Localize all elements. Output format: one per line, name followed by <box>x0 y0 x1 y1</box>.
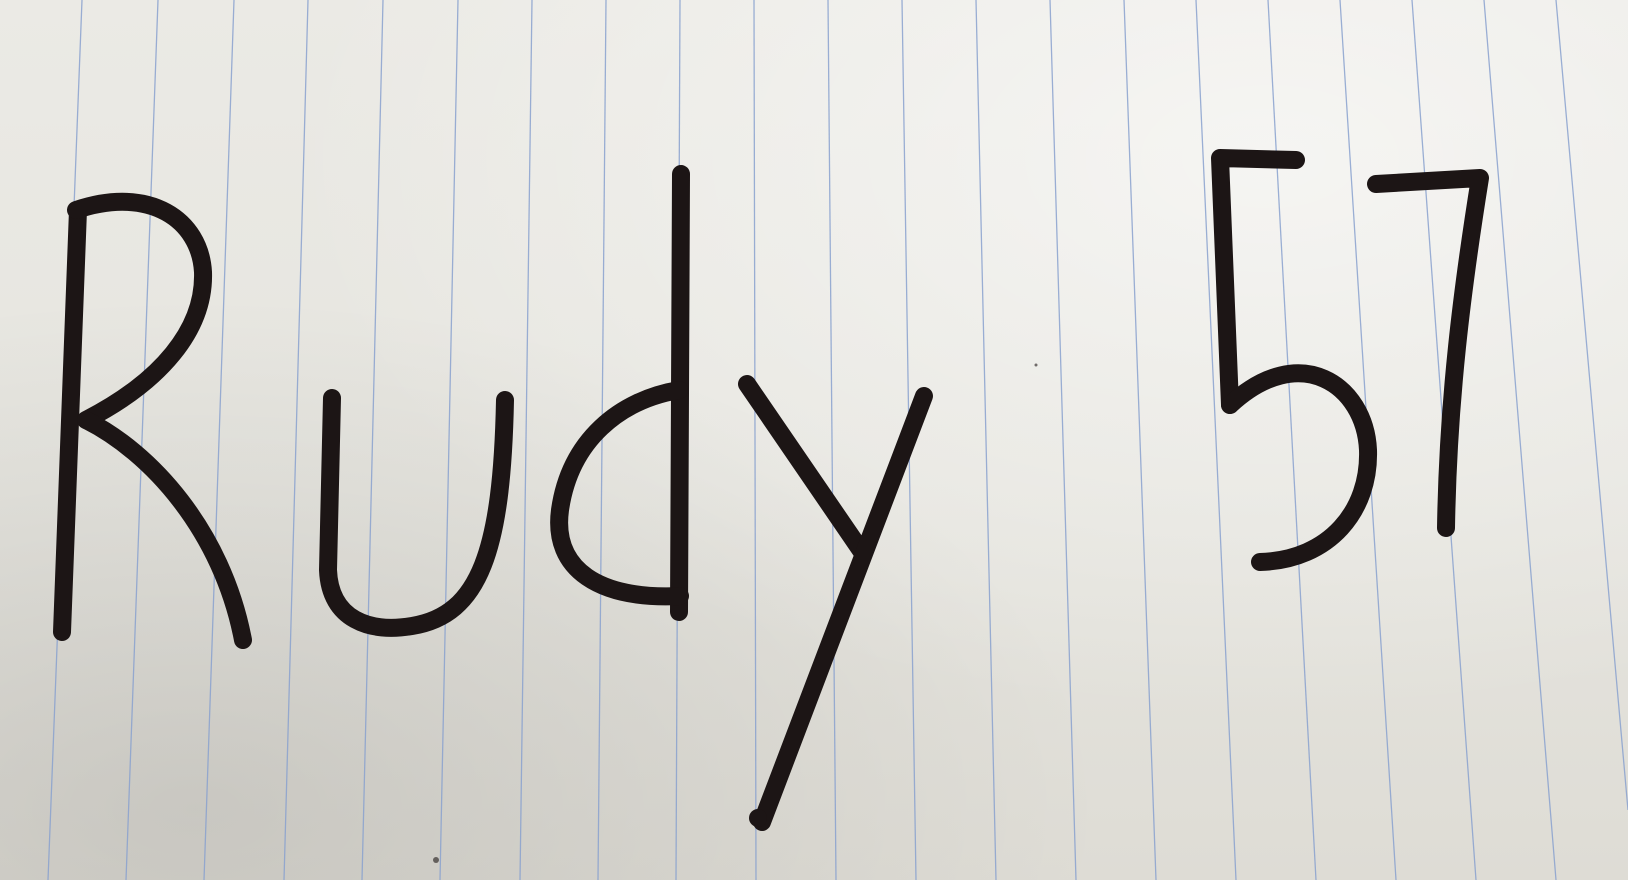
ruled-line <box>1483 0 1557 880</box>
handwritten-ink <box>53 149 1489 831</box>
ruled-line <box>1195 0 1237 880</box>
ruled-line <box>1049 0 1077 880</box>
ruled-lines <box>47 0 1628 880</box>
ruled-line <box>1123 0 1157 880</box>
ruled-line <box>975 0 997 880</box>
ink-speck <box>749 809 767 827</box>
ink-speck <box>1034 363 1038 367</box>
handwritten-letter-d <box>550 165 690 621</box>
ruled-line <box>1555 0 1628 811</box>
ruled-line <box>361 0 384 880</box>
ruled-line <box>519 0 533 880</box>
handwritten-digit-7 <box>1367 169 1489 537</box>
ruled-line <box>283 0 309 880</box>
ink-speck <box>433 857 439 863</box>
handwritten-letter-r <box>53 192 252 649</box>
handwritten-digit-5 <box>1211 149 1378 571</box>
notebook-paper-photo: Rudy 57 <box>0 0 1628 880</box>
ruled-line <box>203 0 235 880</box>
ruled-line <box>439 0 459 880</box>
ruled-line <box>753 0 757 880</box>
ruled-line <box>827 0 837 880</box>
handwriting-canvas <box>47 0 1628 880</box>
ruled-line <box>1267 0 1317 880</box>
handwritten-letter-u <box>319 389 514 637</box>
